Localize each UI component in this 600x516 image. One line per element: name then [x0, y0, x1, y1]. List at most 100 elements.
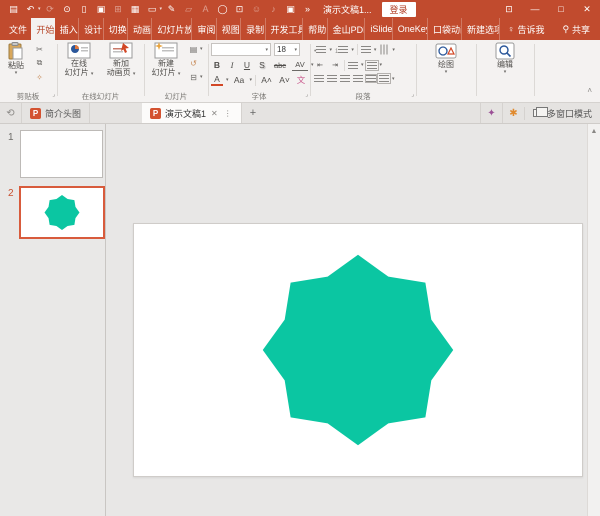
collapse-ribbon-icon[interactable]: ˄	[587, 86, 592, 95]
change-case-dropdown-icon[interactable]: ▾	[250, 77, 253, 83]
slide-pen-dropdown-icon[interactable]: ▾	[160, 6, 163, 12]
phonetic-guide-icon[interactable]: 文	[295, 74, 307, 86]
maximize-button[interactable]: □	[548, 0, 574, 18]
online-slides-button[interactable]: 在线 幻灯片 ▾	[60, 42, 98, 78]
online-slides-dropdown-icon[interactable]: ▾	[91, 71, 94, 77]
tab-history-icon[interactable]: ⟲	[0, 103, 22, 123]
tab-record[interactable]: 录制	[241, 18, 265, 40]
new-slide-dropdown-icon[interactable]: ▾	[178, 71, 181, 77]
columns-icon[interactable]	[366, 75, 376, 82]
undo-icon[interactable]: ↶	[23, 2, 38, 16]
grid-icon[interactable]: ▦	[128, 2, 143, 16]
section-icon[interactable]: ⊟	[187, 71, 200, 83]
settings-gear-icon[interactable]: ✱	[502, 103, 524, 123]
reset-slide-icon[interactable]: ↺	[187, 57, 200, 69]
minimize-button[interactable]: —	[522, 0, 548, 18]
editing-button[interactable]: 编辑 ▾	[486, 42, 524, 75]
cut-icon[interactable]: ✂	[33, 43, 46, 55]
decrease-indent-icon[interactable]: ⇤	[314, 59, 326, 71]
slide-layout-dropdown-icon[interactable]: ▾	[200, 46, 203, 52]
smartart-dropdown-icon[interactable]: ▾	[392, 76, 395, 82]
close-tab-icon[interactable]: ✕	[210, 109, 219, 118]
new-animation-page-button[interactable]: 新加 动画页 ▾	[102, 42, 140, 78]
clipboard-dialog-launcher-icon[interactable]: ⌟	[52, 91, 55, 98]
italic-button[interactable]: I	[226, 59, 238, 71]
new-slide-button[interactable]: 新建 幻灯片 ▾	[147, 42, 185, 78]
paragraph-dialog-launcher-icon[interactable]: ⌟	[411, 91, 414, 98]
text-align-vertical-dropdown-icon[interactable]: ▾	[380, 62, 383, 68]
tab-design[interactable]: 设计	[79, 18, 103, 40]
numbering-icon[interactable]: 1	[335, 45, 348, 55]
paste-button[interactable]: 粘贴 ▾	[3, 42, 29, 76]
circle-icon[interactable]: ◯	[215, 2, 230, 16]
tab-transitions[interactable]: 切换	[104, 18, 128, 40]
doc-tab-presentation1[interactable]: P 演示文稿1 ✕ ⋮	[142, 103, 242, 123]
tab-animations[interactable]: 动画	[128, 18, 152, 40]
copy-pages-icon[interactable]: ▣	[283, 2, 298, 16]
line-spacing-dropdown-icon[interactable]: ▾	[374, 47, 377, 53]
new-animation-page-dropdown-icon[interactable]: ▾	[133, 71, 136, 77]
format-painter-icon[interactable]: ✧	[33, 71, 46, 83]
font-color-button[interactable]: A	[211, 74, 223, 86]
ribbon-display-options-button[interactable]: ⊡	[496, 0, 522, 18]
touch-mode-icon[interactable]: ⊙	[60, 2, 75, 16]
grow-font-button[interactable]: A˄	[259, 74, 274, 86]
doc-tab-intro[interactable]: P 简介头图	[22, 103, 90, 123]
tab-new-options[interactable]: 新建选项	[462, 18, 500, 40]
section-dropdown-icon[interactable]: ▾	[200, 74, 203, 80]
tab-menu-icon[interactable]: ⋮	[223, 109, 233, 118]
undo-dropdown-icon[interactable]: ▾	[38, 6, 41, 12]
shrink-font-button[interactable]: A˅	[277, 74, 292, 86]
star-8-point-shape[interactable]	[134, 224, 582, 476]
tab-help[interactable]: 帮助	[303, 18, 327, 40]
paste-dropdown-icon[interactable]: ▾	[15, 70, 18, 76]
slide-layout-icon[interactable]: ▤	[187, 43, 200, 55]
share-button[interactable]: ⚲ 共享	[552, 18, 600, 40]
bullets-icon[interactable]: •	[314, 45, 326, 55]
tell-me-box[interactable]: ♀ 告诉我	[500, 18, 553, 40]
slide-1-thumbnail[interactable]	[20, 130, 103, 178]
strikethrough-button[interactable]: abc	[271, 59, 289, 71]
close-button[interactable]: ✕	[574, 0, 600, 18]
font-size-combobox[interactable]: 18▾	[274, 43, 300, 56]
plugin-icon[interactable]: ✦	[480, 103, 502, 123]
numbering-dropdown-icon[interactable]: ▾	[351, 47, 354, 53]
justify-icon[interactable]	[353, 75, 363, 82]
tab-pocket-animation[interactable]: 口袋动画	[428, 18, 462, 40]
bullets-dropdown-icon[interactable]: ▾	[329, 47, 332, 53]
tab-review[interactable]: 审阅	[192, 18, 216, 40]
drawing-dropdown-icon[interactable]: ▾	[445, 69, 448, 75]
overflow-icon[interactable]: »	[300, 2, 315, 16]
underline-button[interactable]: U	[241, 59, 253, 71]
scroll-up-icon[interactable]: ▲	[588, 125, 600, 138]
pen-icon[interactable]: ✎	[164, 2, 179, 16]
multi-window-mode-button[interactable]: 多窗口模式	[524, 107, 600, 120]
new-tab-button[interactable]: +	[242, 103, 264, 123]
frame-icon[interactable]: ⊡	[232, 2, 247, 16]
slide-pen-icon[interactable]: ▭	[145, 2, 160, 16]
new-file-icon[interactable]: ▯	[77, 2, 92, 16]
font-name-combobox[interactable]: ▾	[211, 43, 271, 56]
align-text-dropdown-icon[interactable]: ▾	[361, 62, 364, 68]
tab-islide[interactable]: iSlide	[365, 18, 392, 40]
align-center-icon[interactable]	[327, 75, 337, 82]
align-right-icon[interactable]	[340, 75, 350, 82]
font-dialog-launcher-icon[interactable]: ⌟	[305, 91, 308, 98]
smartart-convert-icon[interactable]	[379, 75, 389, 82]
editing-dropdown-icon[interactable]: ▾	[504, 69, 507, 75]
slide-2-thumbnail[interactable]	[19, 186, 105, 239]
increase-indent-icon[interactable]: ⇥	[329, 59, 341, 71]
font-color-dropdown-icon[interactable]: ▾	[226, 77, 229, 83]
text-shadow-button[interactable]: S	[256, 59, 268, 71]
tab-file[interactable]: 文件	[0, 18, 31, 40]
line-spacing-icon[interactable]	[361, 46, 371, 53]
print-preview-icon[interactable]: ▣	[94, 2, 109, 16]
slide-canvas[interactable]	[133, 223, 583, 477]
text-align-vertical-icon[interactable]	[367, 62, 377, 69]
drawing-button[interactable]: 绘图 ▾	[427, 42, 465, 75]
sign-in-button[interactable]: 登录	[382, 2, 416, 17]
text-direction-dropdown-icon[interactable]: ▾	[392, 47, 395, 53]
tab-kingsoft-pdf[interactable]: 金山PDF	[328, 18, 366, 40]
tab-view[interactable]: 视图	[217, 18, 241, 40]
save-icon[interactable]: ▤	[6, 2, 21, 16]
